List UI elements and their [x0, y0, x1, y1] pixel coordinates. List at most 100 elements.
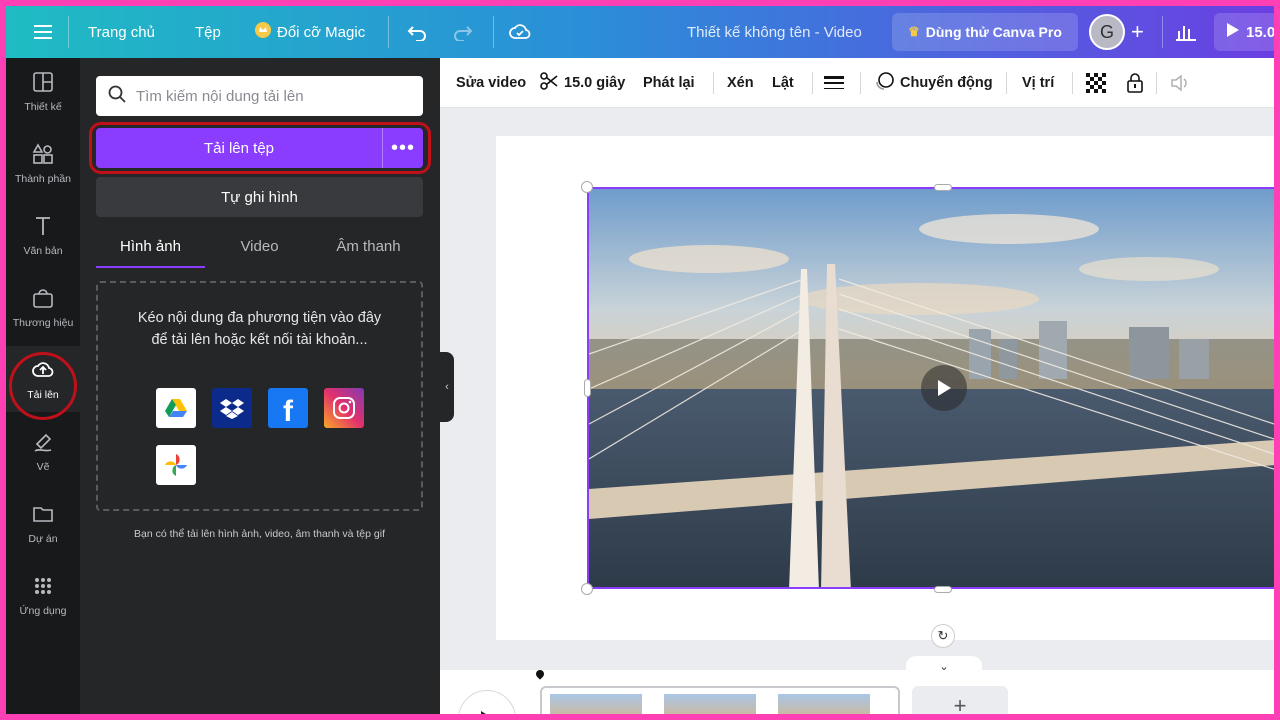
apps-grid-icon [31, 574, 55, 601]
crown-icon [255, 22, 271, 42]
upload-hint: Bạn có thể tải lên hình ảnh, video, âm t… [133, 528, 385, 540]
tab-videos[interactable]: Video [205, 226, 314, 266]
animate-icon [874, 72, 894, 94]
file-menu[interactable]: Tệp [195, 6, 221, 58]
sidebar-item-label: Văn bản [23, 244, 63, 257]
document-title[interactable]: Thiết kế không tên - Video [687, 6, 862, 58]
sidebar-item-brand[interactable]: Thương hiệu [6, 274, 80, 340]
trim-button[interactable]: 15.0 giây [540, 58, 625, 108]
position-button[interactable]: Vị trí [1022, 58, 1054, 108]
sidebar-item-label: Thành phần [14, 172, 72, 185]
video-clip[interactable] [540, 686, 900, 714]
animate-label: Chuyển động [900, 75, 993, 91]
resize-handle-bottom[interactable] [934, 586, 952, 593]
draw-icon [31, 430, 55, 457]
home-link[interactable]: Trang chủ [88, 6, 155, 58]
try-pro-button[interactable]: ♛ Dùng thử Canva Pro [892, 13, 1078, 51]
cloud-saved-icon[interactable] [509, 6, 531, 58]
border-style-icon[interactable] [824, 58, 844, 108]
clip-thumbnail [664, 694, 756, 714]
collapse-panel-handle[interactable]: ‹ [440, 352, 454, 422]
lock-icon[interactable] [1126, 58, 1144, 108]
animate-button[interactable]: Chuyển động [874, 58, 993, 108]
sidebar-item-draw[interactable]: Vẽ [6, 418, 80, 484]
expand-timeline-icon[interactable]: ⌄ [906, 656, 982, 676]
video-play-button[interactable] [921, 365, 967, 411]
resize-handle-bottom-left[interactable] [581, 583, 593, 595]
crown-icon: ♛ [908, 24, 920, 39]
add-clip-button[interactable]: + [912, 686, 1008, 714]
clip-thumbnail [778, 694, 870, 714]
cloud-upload-icon [31, 358, 55, 385]
text-icon [31, 214, 55, 241]
google-photos-icon[interactable] [156, 445, 196, 485]
shapes-icon [31, 142, 55, 169]
dropzone-text: Kéo nội dung đa phương tiện vào đây để t… [137, 310, 382, 348]
magic-resize-button[interactable]: Đổi cỡ Magic [255, 6, 365, 58]
sidebar-item-elements[interactable]: Thành phần [6, 130, 80, 196]
divider [1156, 72, 1157, 94]
search-input[interactable] [136, 87, 406, 105]
video-element[interactable] [587, 187, 1274, 589]
resize-handle-top-left[interactable] [581, 181, 593, 193]
divider [1162, 16, 1163, 48]
sidebar-item-label: Thiết kế [24, 100, 62, 113]
sidebar-item-label: Ứng dụng [19, 604, 67, 617]
scissors-icon [540, 72, 558, 94]
divider [493, 16, 494, 48]
divider [68, 16, 69, 48]
sidebar-item-projects[interactable]: Dự án [6, 490, 80, 556]
side-rail: Thiết kế Thành phần Văn bản Thương hiệu … [6, 58, 80, 714]
upload-files-label[interactable]: Tải lên tệp [96, 128, 382, 168]
tab-images[interactable]: Hình ảnh [96, 226, 205, 268]
duration-label: 15.0 giây [564, 75, 626, 91]
instagram-icon[interactable] [324, 388, 364, 428]
search-box[interactable] [96, 76, 423, 116]
tab-audio[interactable]: Âm thanh [314, 226, 423, 266]
crop-button[interactable]: Xén [727, 58, 754, 108]
folder-icon [31, 502, 55, 529]
redo-icon[interactable] [453, 6, 473, 58]
resize-handle-left[interactable] [584, 379, 591, 397]
divider [713, 72, 714, 94]
divider [860, 72, 861, 94]
app-window: Trang chủ Tệp Đổi cỡ Magic Thiết kế khôn… [6, 6, 1274, 714]
menu-icon[interactable] [34, 6, 52, 58]
sidebar-item-label: Tải lên [27, 388, 59, 401]
more-options-button[interactable]: ••• [382, 128, 423, 168]
volume-icon[interactable] [1170, 58, 1192, 108]
undo-icon[interactable] [407, 6, 427, 58]
upload-files-button[interactable]: Tải lên tệp ••• [96, 128, 423, 168]
magic-resize-label: Đổi cỡ Magic [277, 23, 366, 41]
insights-icon[interactable] [1176, 6, 1196, 58]
duration-label: 15.0 [1246, 23, 1274, 41]
record-yourself-button[interactable]: Tự ghi hình [96, 177, 423, 217]
sidebar-item-apps[interactable]: Ứng dụng [6, 562, 80, 628]
edit-video-button[interactable]: Sửa video [456, 58, 526, 108]
clip-thumbnail [550, 694, 642, 714]
transparency-icon[interactable] [1086, 58, 1106, 108]
facebook-icon[interactable]: f [268, 388, 308, 428]
resize-handle-top[interactable] [934, 184, 952, 191]
upload-dropzone[interactable]: Kéo nội dung đa phương tiện vào đây để t… [96, 281, 423, 511]
editor-toolbar: Sửa video 15.0 giây Phát lại Xén Lật Chu… [440, 58, 1274, 108]
divider [388, 16, 389, 48]
flip-button[interactable]: Lật [772, 58, 794, 108]
upload-tabs: Hình ảnh Video Âm thanh [96, 226, 423, 268]
uploads-panel: Tải lên tệp ••• Tự ghi hình Hình ảnh Vid… [80, 58, 440, 714]
brand-icon [31, 286, 55, 313]
play-icon [1226, 22, 1240, 42]
sidebar-item-design[interactable]: Thiết kế [6, 58, 80, 124]
dropbox-icon[interactable] [212, 388, 252, 428]
rotate-icon[interactable]: ↻ [931, 624, 955, 648]
playback-button[interactable]: Phát lại [643, 58, 695, 108]
present-button[interactable]: 15.0 [1214, 13, 1274, 51]
add-people-icon[interactable]: + [1131, 6, 1144, 58]
sidebar-item-uploads[interactable]: Tải lên [6, 346, 80, 412]
avatar[interactable]: G [1089, 14, 1125, 50]
sidebar-item-label: Thương hiệu [12, 316, 74, 329]
google-drive-icon[interactable] [156, 388, 196, 428]
divider [1072, 72, 1073, 94]
sidebar-item-text[interactable]: Văn bản [6, 202, 80, 268]
divider [812, 72, 813, 94]
